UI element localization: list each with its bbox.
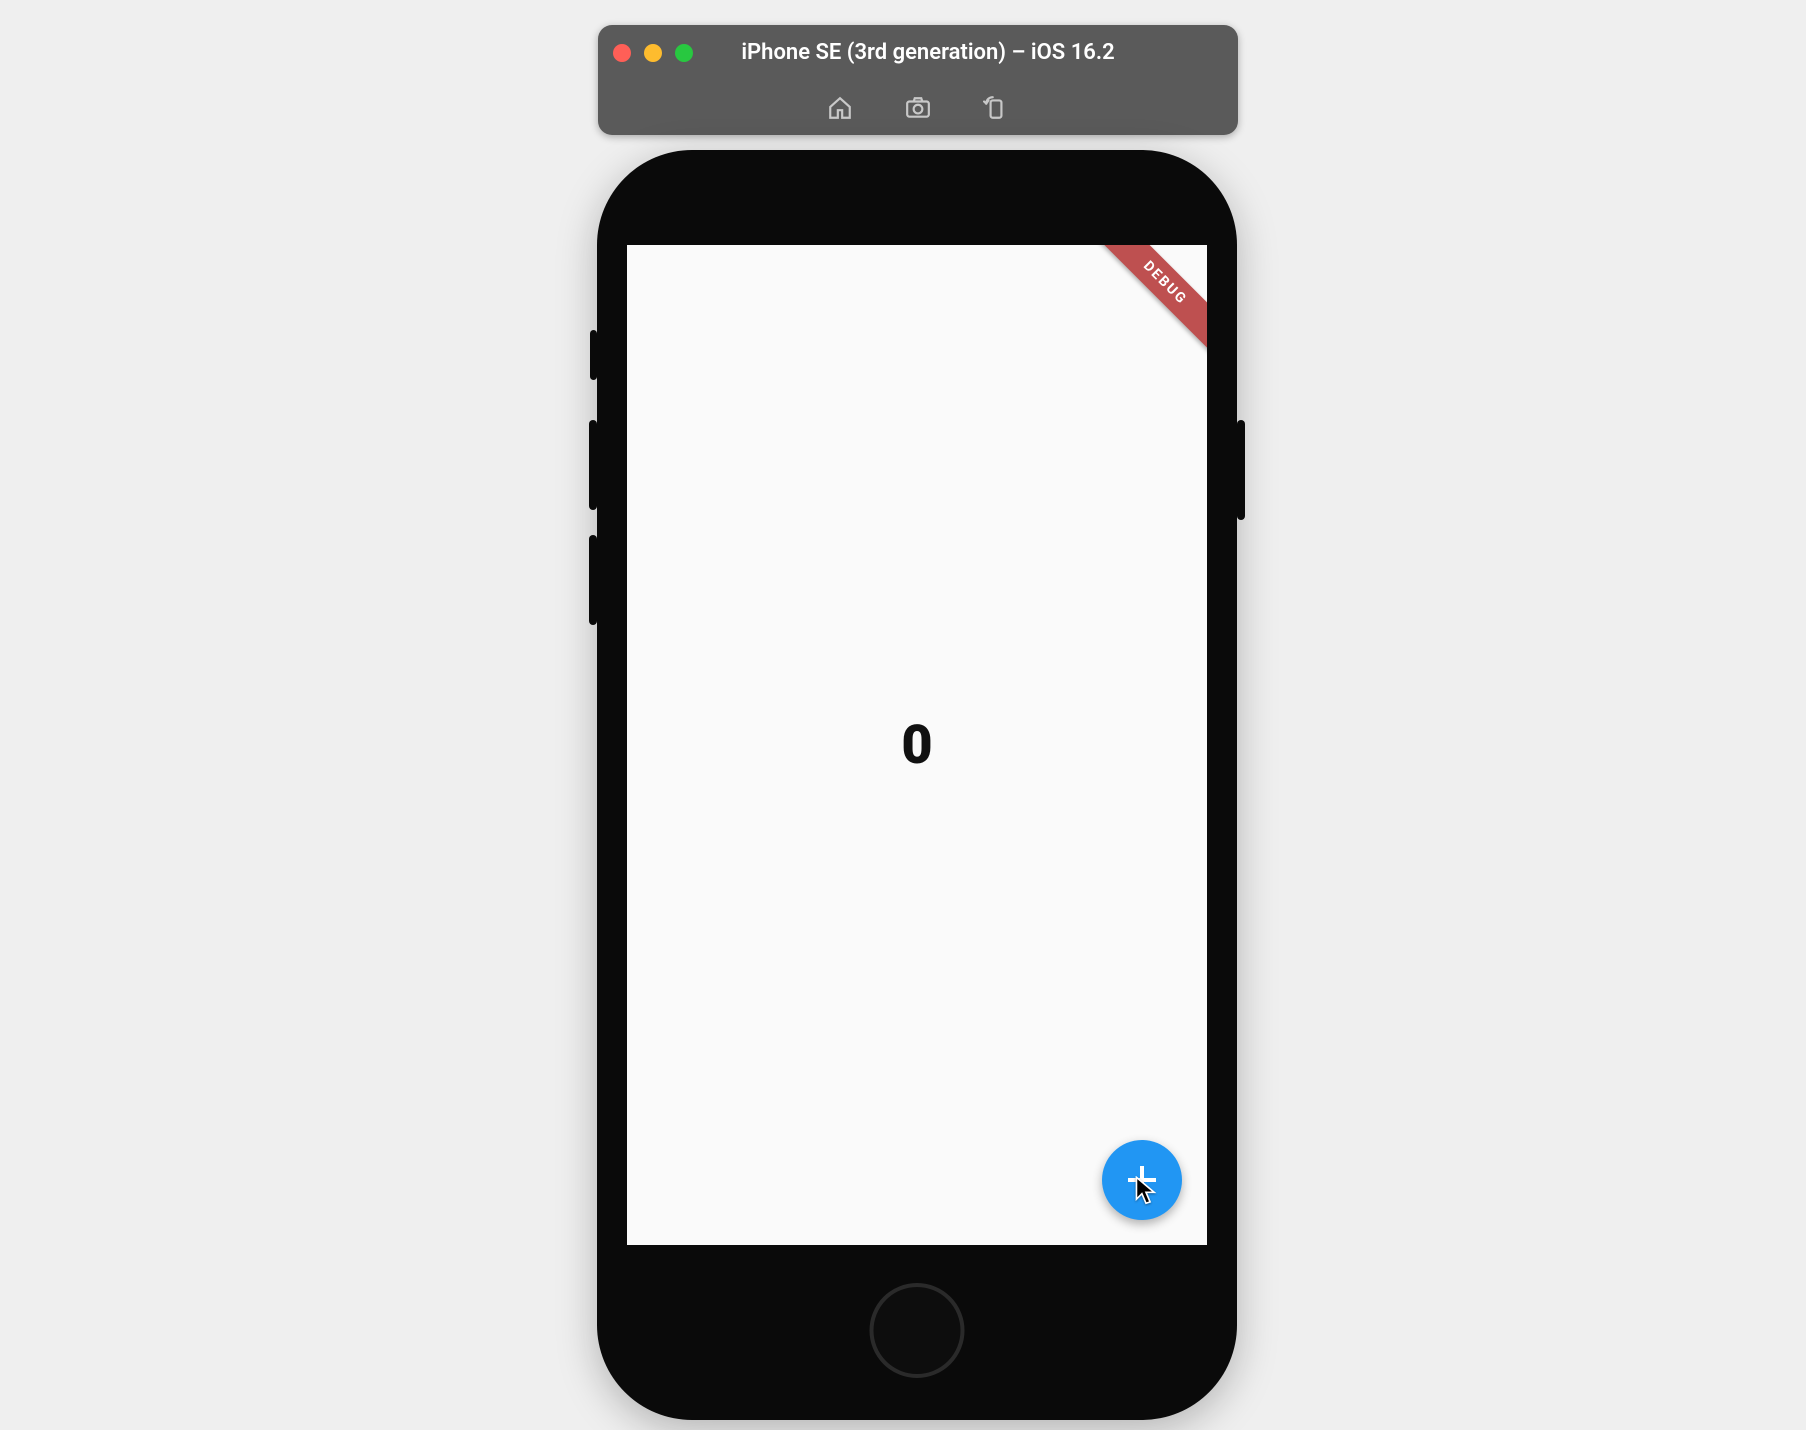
- simulator-title: iPhone SE (3rd generation) – iOS 16.2: [633, 40, 1223, 65]
- rotate-icon[interactable]: [982, 94, 1010, 122]
- power-button[interactable]: [1237, 420, 1245, 520]
- mute-switch[interactable]: [590, 330, 597, 380]
- volume-down-button[interactable]: [589, 535, 597, 625]
- phone-chassis: 0 DEBUG: [597, 150, 1237, 1420]
- increment-fab[interactable]: [1102, 1140, 1182, 1220]
- close-window-button[interactable]: [613, 44, 631, 62]
- app-body: 0: [627, 245, 1207, 1245]
- toolbar-bottom-row: [598, 80, 1238, 135]
- counter-value: 0: [901, 714, 932, 777]
- toolbar-top-row: iPhone SE (3rd generation) – iOS 16.2: [598, 25, 1238, 80]
- screenshot-icon[interactable]: [904, 94, 932, 122]
- plus-icon: [1128, 1166, 1156, 1194]
- simulator-toolbar: iPhone SE (3rd generation) – iOS 16.2: [598, 25, 1238, 135]
- volume-up-button[interactable]: [589, 420, 597, 510]
- device-screen: 0 DEBUG: [627, 245, 1207, 1245]
- home-icon[interactable]: [826, 94, 854, 122]
- home-button[interactable]: [870, 1283, 965, 1378]
